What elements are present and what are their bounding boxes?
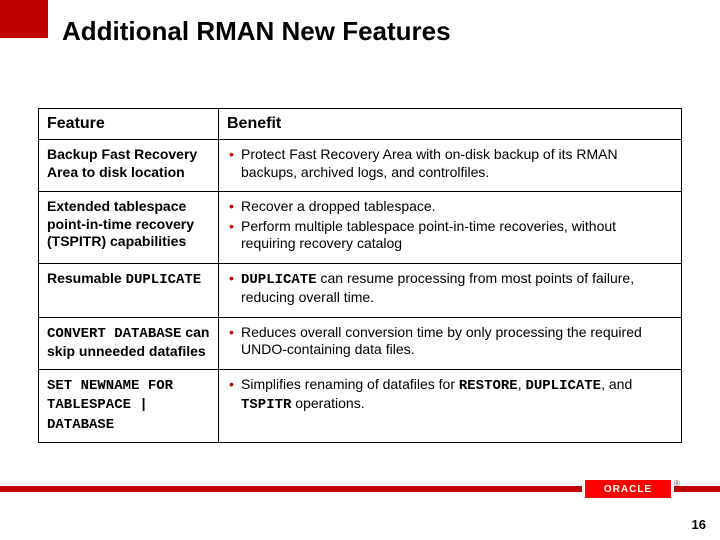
feature-cell: CONVERT DATABASE can skip unneeded dataf… [39,317,219,369]
benefit-cell: Simplifies renaming of datafiles for RES… [219,369,682,443]
table-row: Backup Fast Recovery Area to disk locati… [39,140,682,192]
page-number: 16 [692,517,706,532]
benefit-cell: DUPLICATE can resume processing from mos… [219,263,682,317]
table-row: CONVERT DATABASE can skip unneeded dataf… [39,317,682,369]
oracle-logo-text: ORACLE [604,484,652,495]
benefit-bullet: Reduces overall conversion time by only … [227,324,673,359]
benefit-bullet: DUPLICATE can resume processing from mos… [227,270,673,307]
table-header-row: Feature Benefit [39,109,682,140]
features-table-wrap: Feature Benefit Backup Fast Recovery Are… [38,108,682,443]
feature-cell: Extended tablespace point-in-time recove… [39,192,219,264]
feature-cell: Resumable DUPLICATE [39,263,219,317]
features-table: Feature Benefit Backup Fast Recovery Are… [38,108,682,443]
benefit-bullet: Perform multiple tablespace point-in-tim… [227,218,673,253]
benefit-cell: Protect Fast Recovery Area with on-disk … [219,140,682,192]
slide: Additional RMAN New Features Feature Ben… [0,0,720,540]
table-row: Resumable DUPLICATEDUPLICATE can resume … [39,263,682,317]
benefit-bullet: Recover a dropped tablespace. [227,198,673,216]
table-row: Extended tablespace point-in-time recove… [39,192,682,264]
benefit-cell: Recover a dropped tablespace. Perform mul… [219,192,682,264]
feature-cell: Backup Fast Recovery Area to disk locati… [39,140,219,192]
brand-accent-block [0,0,48,38]
feature-cell: SET NEWNAME FOR TABLESPACE | DATABASE [39,369,219,443]
slide-title: Additional RMAN New Features [62,16,451,47]
header-feature: Feature [39,109,219,140]
benefit-cell: Reduces overall conversion time by only … [219,317,682,369]
benefit-bullet: Protect Fast Recovery Area with on-disk … [227,146,673,181]
table-row: SET NEWNAME FOR TABLESPACE | DATABASESim… [39,369,682,443]
header-benefit: Benefit [219,109,682,140]
oracle-logo: ORACLE [585,480,671,498]
benefit-bullet: Simplifies renaming of datafiles for RES… [227,376,673,415]
registered-mark: ® [674,479,680,488]
